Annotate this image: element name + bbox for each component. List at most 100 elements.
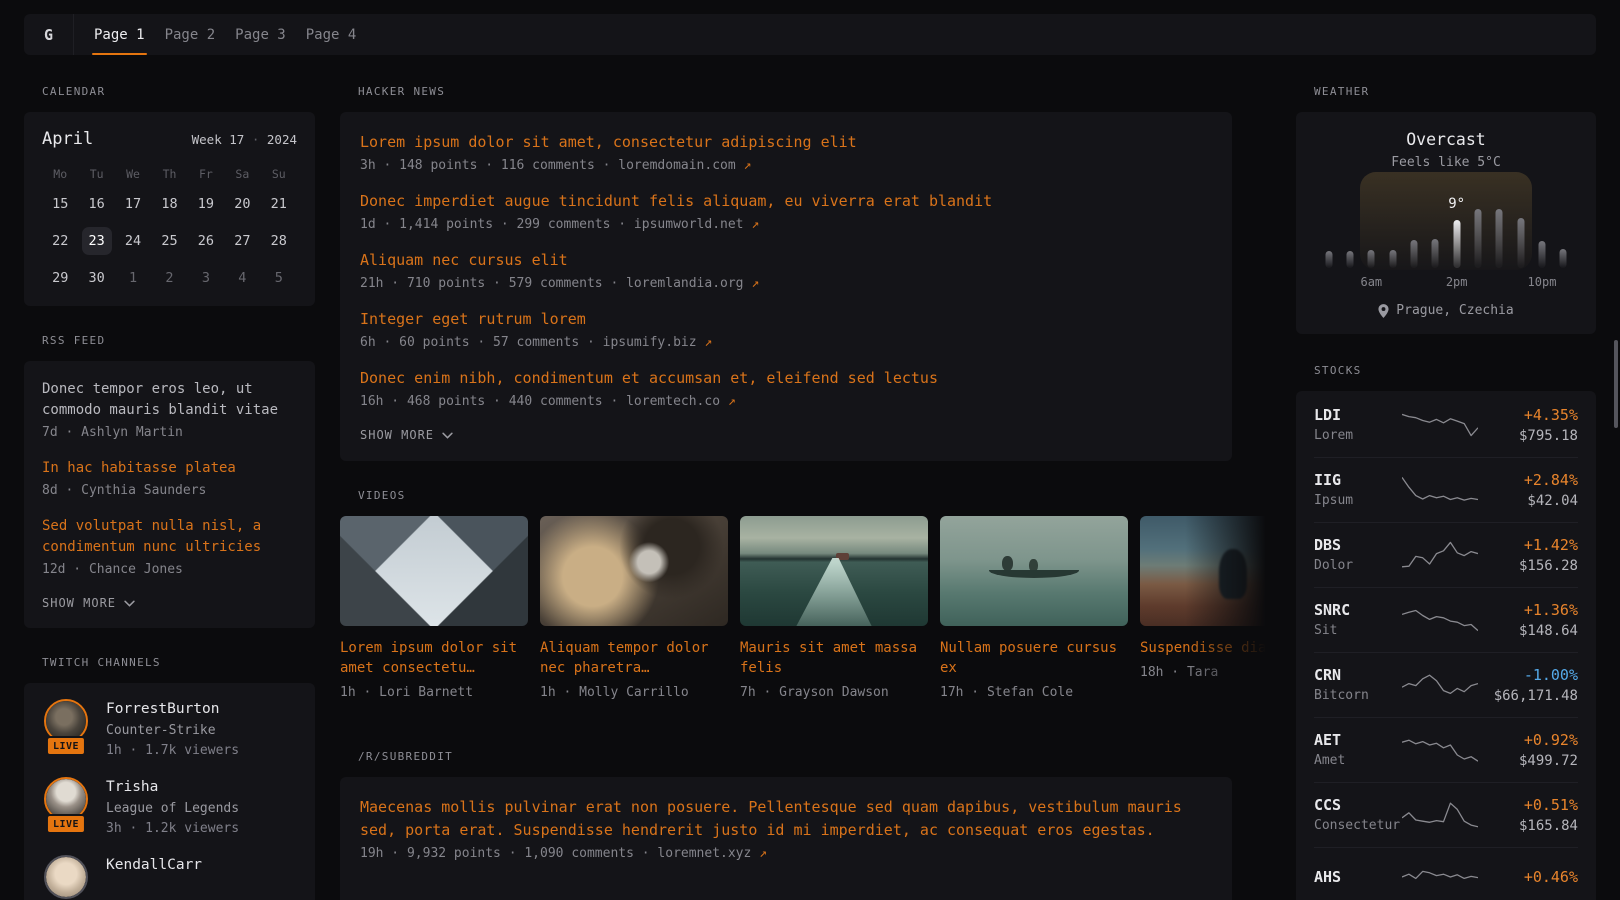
- hackernews-widget: Lorem ipsum dolor sit amet, consectetur …: [340, 112, 1232, 461]
- weather-bar: [1411, 240, 1418, 268]
- show-more-button[interactable]: SHOW MORE: [42, 596, 297, 610]
- video-thumbnail: [740, 516, 928, 626]
- video-title-link[interactable]: Mauris sit amet massa felis: [740, 638, 928, 678]
- item-meta-text: 12d · Chance Jones: [42, 562, 183, 577]
- item-meta-text: 19h · 9,932 points · 1,090 comments · lo…: [360, 846, 759, 861]
- video-card[interactable]: Suspendisse diam 18h · Tara: [1140, 516, 1280, 700]
- stock-change: +0.92%: [1478, 730, 1578, 750]
- video-card[interactable]: Nullam posuere cursus ex17h · Stefan Col…: [940, 516, 1128, 700]
- calendar-week-label: Week 17: [192, 132, 245, 147]
- stock-change: +4.35%: [1478, 405, 1578, 425]
- avatar: [42, 855, 90, 900]
- list-item: Lorem ipsum dolor sit amet, consectetur …: [360, 131, 1212, 175]
- video-title-link[interactable]: Suspendisse diam: [1140, 638, 1280, 658]
- calendar-day: 25: [151, 227, 187, 255]
- channel-viewers: 1h · 1.7k viewers: [106, 742, 239, 760]
- item-title-link[interactable]: Aliquam nec cursus elit: [360, 249, 1212, 272]
- item-meta-text: 16h · 468 points · 440 comments · loremt…: [360, 394, 728, 409]
- calendar-day-number: 23: [82, 227, 112, 255]
- calendar-day: 4: [224, 264, 260, 292]
- external-link-icon: ↗: [744, 158, 752, 173]
- item-meta-text: 21h · 710 points · 579 comments · loreml…: [360, 276, 751, 291]
- weather-hour-label: 2pm: [1446, 275, 1468, 289]
- tab-page-4[interactable]: Page 4: [296, 14, 367, 55]
- calendar-day-number: 26: [191, 227, 221, 255]
- video-title-link[interactable]: Lorem ipsum dolor sit amet consectetu…: [340, 638, 528, 678]
- stocks-block: STOCKS LDILorem+4.35%$795.18IIGIpsum+2.8…: [1296, 364, 1596, 900]
- twitch-channel[interactable]: LIVETrishaLeague of Legends3h · 1.2k vie…: [42, 777, 297, 838]
- current-temp-label: 9°: [1448, 196, 1465, 212]
- weather-hour-label: 6am: [1360, 275, 1382, 289]
- calendar-day-number: 30: [82, 264, 112, 292]
- chevron-down-icon: [442, 432, 453, 439]
- scrollbar-thumb[interactable]: [1614, 340, 1618, 428]
- avatar: LIVE: [42, 699, 90, 751]
- stock-sparkline: [1402, 733, 1478, 767]
- stock-row[interactable]: LDILorem+4.35%$795.18: [1314, 393, 1578, 457]
- stock-row[interactable]: CRNBitcorn-1.00%$66,171.48: [1314, 652, 1578, 717]
- stock-row[interactable]: AHS+0.46%: [1314, 847, 1578, 900]
- stock-row[interactable]: DBSDolor+1.42%$156.28: [1314, 522, 1578, 587]
- show-more-button[interactable]: SHOW MORE: [360, 428, 1212, 442]
- video-thumbnail: [1140, 516, 1280, 626]
- list-item: Aliquam nec cursus elit 21h · 710 points …: [360, 249, 1212, 293]
- item-title-link[interactable]: Maecenas mollis pulvinar erat non posuer…: [360, 796, 1212, 842]
- list-item: Donec imperdiet augue tincidunt felis al…: [360, 190, 1212, 234]
- logo[interactable]: G: [24, 14, 74, 55]
- stock-row[interactable]: SNRCSit+1.36%$148.64: [1314, 587, 1578, 652]
- weather-bar: [1368, 250, 1375, 268]
- calendar-day-number: 25: [154, 227, 184, 255]
- item-title-link[interactable]: Donec imperdiet augue tincidunt felis al…: [360, 190, 1212, 213]
- video-meta: 18h · Tara: [1140, 665, 1280, 680]
- item-title-link[interactable]: Lorem ipsum dolor sit amet, consectetur …: [360, 131, 1212, 154]
- stock-change: +1.36%: [1478, 600, 1578, 620]
- twitch-channel[interactable]: KendallCarr: [42, 855, 297, 900]
- calendar-day: 21: [261, 190, 297, 218]
- stock-values: +2.84%$42.04: [1478, 470, 1578, 510]
- channel-game: League of Legends: [106, 800, 239, 818]
- weather-bar: [1432, 239, 1439, 268]
- rss-widget: Donec tempor eros leo, ut commodo mauris…: [24, 361, 315, 628]
- calendar-day-number: 29: [45, 264, 75, 292]
- video-title-link[interactable]: Aliquam tempor dolor nec pharetra…: [540, 638, 728, 678]
- item-title-link[interactable]: Integer eget rutrum lorem: [360, 308, 1212, 331]
- item-meta: 21h · 710 points · 579 comments · loreml…: [360, 275, 1212, 293]
- calendar-day: 20: [224, 190, 260, 218]
- stock-identity: SNRCSit: [1314, 600, 1402, 640]
- video-card[interactable]: Lorem ipsum dolor sit amet consectetu…1h…: [340, 516, 528, 700]
- calendar-day: 29: [42, 264, 78, 292]
- weather-feels-like: Feels like 5°C: [1318, 155, 1574, 170]
- stock-row[interactable]: AETAmet+0.92%$499.72: [1314, 717, 1578, 782]
- calendar-day-number: 4: [227, 264, 257, 292]
- stocks-widget: LDILorem+4.35%$795.18 IIGIpsum +2.84%$42.0…: [1296, 391, 1596, 900]
- calendar-day: 5: [261, 264, 297, 292]
- calendar-day: 18: [151, 190, 187, 218]
- item-title-link[interactable]: Donec enim nibh, condimentum et accumsan…: [360, 367, 1212, 390]
- weather-hour-ticks: 6am2pm10pm: [1318, 275, 1574, 291]
- video-card[interactable]: Aliquam tempor dolor nec pharetra…1h · M…: [540, 516, 728, 700]
- stock-change: +1.42%: [1478, 535, 1578, 555]
- calendar-month: April: [42, 129, 93, 149]
- location-pin-icon: [1378, 304, 1389, 318]
- stock-ticker: LDI: [1314, 405, 1402, 425]
- item-meta-text: 7d · Ashlyn Martin: [42, 425, 183, 440]
- stock-sparkline: [1402, 798, 1478, 832]
- stock-identity: IIGIpsum: [1314, 470, 1402, 510]
- tab-page-2[interactable]: Page 2: [155, 14, 226, 55]
- twitch-channel[interactable]: LIVEForrestBurtonCounter-Strike1h · 1.7k…: [42, 699, 297, 760]
- stock-values: +0.51%$165.84: [1478, 795, 1578, 835]
- tab-page-1[interactable]: Page 1: [84, 14, 155, 55]
- stock-row[interactable]: IIGIpsum +2.84%$42.04: [1314, 457, 1578, 522]
- item-title-link[interactable]: Sed volutpat nulla nisl, a condimentum n…: [42, 516, 297, 558]
- video-title-link[interactable]: Nullam posuere cursus ex: [940, 638, 1128, 678]
- item-title-link[interactable]: Donec tempor eros leo, ut commodo mauris…: [42, 379, 297, 421]
- stock-name: Sit: [1314, 622, 1402, 640]
- calendar-day: 3: [188, 264, 224, 292]
- video-card[interactable]: Mauris sit amet massa felis7h · Grayson …: [740, 516, 928, 700]
- item-title-link[interactable]: In hac habitasse platea: [42, 458, 297, 479]
- stock-row[interactable]: CCSConsectetur+0.51%$165.84: [1314, 782, 1578, 847]
- calendar-weekday: Mo: [42, 167, 78, 181]
- stock-price: $42.04: [1478, 492, 1578, 510]
- tab-page-3[interactable]: Page 3: [225, 14, 296, 55]
- list-item: In hac habitasse platea8d · Cynthia Saun…: [42, 458, 297, 500]
